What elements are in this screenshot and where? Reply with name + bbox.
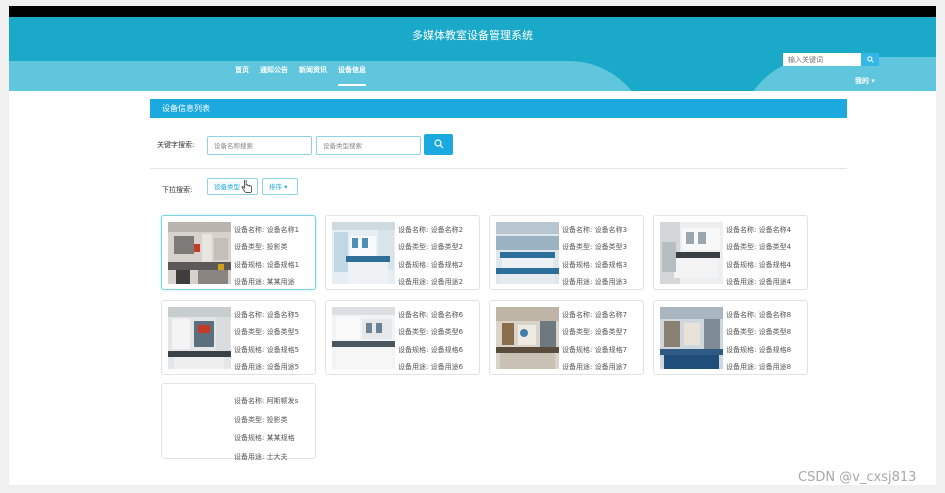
nav-home[interactable]: 首页 [235, 65, 249, 75]
device-type-search-input[interactable]: 设备类型搜索 [316, 136, 421, 155]
lab-photo-icon [496, 222, 559, 284]
dropdown-search-label: 下拉搜索: [162, 186, 193, 194]
device-thumbnail[interactable] [168, 390, 231, 396]
device-info: 设备名称: 设备名称5 设备类型: 设备类型5 设备规格: 设备规格5 设备用途… [234, 311, 300, 371]
device-thumbnail[interactable] [168, 222, 231, 284]
window-top-bar [9, 6, 936, 17]
nav-news[interactable]: 新闻资讯 [299, 65, 327, 75]
device-info: 设备名称: 设备名称1 设备类型: 投影类 设备规格: 设备规格1 设备用途: … [234, 226, 300, 286]
nav-notices[interactable]: 通知公告 [260, 65, 288, 75]
panel-title: 设备信息列表 [150, 99, 847, 118]
keyword-search-label: 关键字搜索: [157, 141, 195, 149]
main-nav: 首页 通知公告 新闻资讯 设备信息 [235, 65, 366, 86]
device-thumbnail[interactable] [660, 222, 723, 284]
device-card[interactable]: 设备名称: 设备名称3 设备类型: 设备类型3 设备规格: 设备规格3 设备用途… [489, 215, 644, 290]
query-button[interactable] [424, 134, 453, 155]
device-card[interactable]: 设备名称: 设备名称6 设备类型: 设备类型6 设备规格: 设备规格6 设备用途… [325, 300, 480, 375]
lab-photo-icon [332, 307, 395, 369]
header-search-button[interactable] [861, 53, 879, 66]
device-thumbnail[interactable] [332, 222, 395, 284]
device-thumbnail[interactable] [168, 307, 231, 369]
device-info: 设备名称: 设备名称6 设备类型: 设备类型6 设备规格: 设备规格6 设备用途… [398, 311, 464, 371]
lab-photo-icon [660, 222, 723, 284]
device-thumbnail[interactable] [660, 307, 723, 369]
device-info: 设备名称: 设备名称2 设备类型: 设备类型2 设备规格: 设备规格2 设备用途… [398, 226, 464, 286]
lab-photo-icon [332, 222, 395, 284]
device-card[interactable]: 设备名称: 设备名称4 设备类型: 设备类型4 设备规格: 设备规格4 设备用途… [653, 215, 808, 290]
device-card[interactable]: 设备名称: 设备名称8 设备类型: 设备类型8 设备规格: 设备规格8 设备用途… [653, 300, 808, 375]
site-header: 多媒体教室设备管理系统 首页 通知公告 新闻资讯 设备信息 我的 ▾ [9, 17, 936, 91]
lab-photo-icon [168, 307, 231, 369]
lab-photo-icon [496, 307, 559, 369]
device-thumbnail[interactable] [496, 307, 559, 369]
device-card[interactable]: 设备名称: 设备名称5 设备类型: 设备类型5 设备规格: 设备规格5 设备用途… [161, 300, 316, 375]
device-info: 设备名称: 设备名称7 设备类型: 设备类型7 设备规格: 设备规格7 设备用途… [562, 311, 628, 371]
device-thumbnail[interactable] [496, 222, 559, 284]
keyword-search-input[interactable] [783, 53, 867, 66]
lab-photo-icon [168, 222, 231, 284]
device-thumbnail[interactable] [332, 307, 395, 369]
device-card[interactable]: 设备名称: 设备名称1 设备类型: 投影类 设备规格: 设备规格1 设备用途: … [161, 215, 316, 290]
device-card[interactable]: 设备名称: 设备名称7 设备类型: 设备类型7 设备规格: 设备规格7 设备用途… [489, 300, 644, 375]
sort-dropdown[interactable]: 排序 ▾ [262, 178, 298, 195]
device-card[interactable]: 设备名称: 阿斯顿发s 设备类型: 投影类 设备规格: 某某规格 设备用途: 士… [161, 383, 316, 461]
device-info: 设备名称: 设备名称3 设备类型: 设备类型3 设备规格: 设备规格3 设备用途… [562, 226, 628, 286]
device-name-search-input[interactable]: 设备名称搜索 [207, 136, 312, 155]
nav-devices[interactable]: 设备信息 [338, 65, 366, 86]
device-card[interactable]: 设备名称: 设备名称2 设备类型: 设备类型2 设备规格: 设备规格2 设备用途… [325, 215, 480, 290]
divider [150, 168, 847, 169]
hand-cursor-icon [241, 180, 252, 193]
site-title: 多媒体教室设备管理系统 [412, 29, 533, 42]
device-info: 设备名称: 阿斯顿发s 设备类型: 投影类 设备规格: 某某规格 设备用途: 士… [234, 397, 299, 461]
device-info: 设备名称: 设备名称8 设备类型: 设备类型8 设备规格: 设备规格8 设备用途… [726, 311, 792, 371]
search-icon [434, 139, 444, 149]
csdn-watermark: CSDN @v_cxsj813 [798, 470, 917, 485]
search-icon [866, 56, 874, 63]
device-info: 设备名称: 设备名称4 设备类型: 设备类型4 设备规格: 设备规格4 设备用途… [726, 226, 792, 286]
main-content: 设备信息列表 关键字搜索: 设备名称搜索 设备类型搜索 下拉搜索: 设备类型 排… [9, 91, 936, 485]
lab-photo-icon [660, 307, 723, 369]
user-menu[interactable]: 我的 ▾ [855, 76, 875, 86]
